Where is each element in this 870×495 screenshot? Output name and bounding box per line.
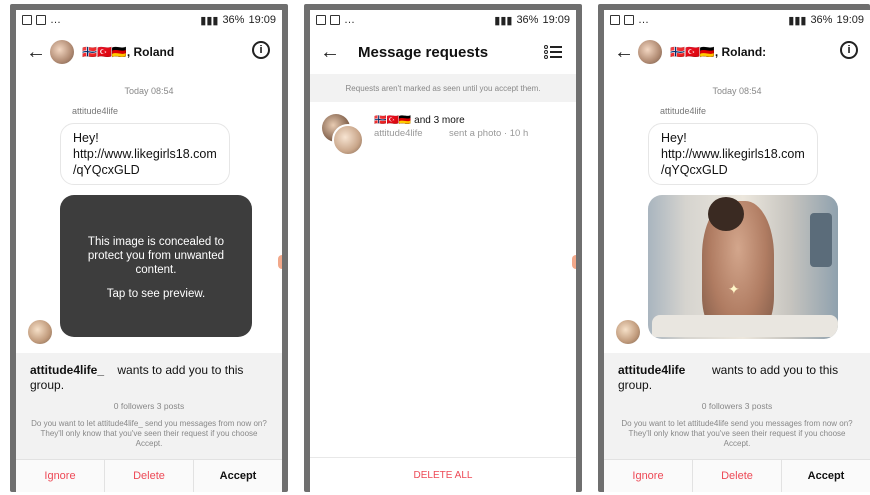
- more-icon: …: [638, 14, 649, 26]
- request-user: attitude4life: [618, 363, 686, 377]
- accept-button[interactable]: Accept: [782, 460, 870, 492]
- status-bar: … ▮▮▮ 36% 19:09: [310, 10, 576, 30]
- request-row-text: 🇳🇴🇹🇷🇩🇪 and 3 more attitude4life sent a p…: [374, 114, 528, 150]
- request-row-meta: sent a photo · 10 h: [449, 128, 529, 139]
- status-icons-right: ▮▮▮ 36% 19:09: [788, 14, 864, 27]
- clock: 19:09: [836, 14, 864, 26]
- signal-icon: ▮▮▮: [788, 14, 807, 27]
- avatar[interactable]: [638, 40, 662, 64]
- info-icon[interactable]: i: [840, 41, 858, 59]
- ignore-button[interactable]: Ignore: [16, 460, 105, 492]
- accept-button[interactable]: Accept: [194, 460, 282, 492]
- delete-all-button[interactable]: DELETE ALL: [310, 457, 576, 492]
- requests-note: Requests aren't marked as seen until you…: [310, 74, 576, 102]
- avatar: [332, 124, 364, 156]
- message-timestamp: Today 08:54: [124, 86, 174, 96]
- info-icon[interactable]: i: [252, 41, 270, 59]
- photo-message[interactable]: ✦: [648, 195, 838, 339]
- sender-avatar[interactable]: [616, 320, 640, 344]
- status-icons-left: …: [610, 14, 649, 26]
- battery-label: 36%: [810, 14, 833, 26]
- clock: 19:09: [542, 14, 570, 26]
- conversation-title: 🇳🇴🇹🇷🇩🇪, Roland:: [670, 45, 767, 59]
- more-icon: …: [344, 14, 355, 26]
- gallery-icon: [316, 15, 326, 25]
- signal-icon: ▮▮▮: [494, 14, 513, 27]
- request-panel: attitude4life wants to add you to this g…: [604, 353, 870, 492]
- battery-label: 36%: [222, 14, 245, 26]
- video-icon: [36, 15, 46, 25]
- request-actions: Ignore Delete Accept: [16, 459, 282, 492]
- phone-screenshot-3: … ▮▮▮ 36% 19:09 ← 🇳🇴🇹🇷🇩🇪, Roland: i Today …: [598, 4, 870, 492]
- status-icons-left: …: [316, 14, 355, 26]
- request-stats: 0 followers 3 posts: [113, 401, 185, 411]
- signal-icon: ▮▮▮: [200, 14, 219, 27]
- message-bubble[interactable]: Hey! http://www.likegirls18.com /qYQcxGL…: [60, 123, 230, 185]
- concealed-image-card[interactable]: This image is concealed to protect you f…: [60, 195, 252, 337]
- request-description: Do you want to let attitude4life send yo…: [621, 419, 853, 448]
- status-icons-right: ▮▮▮ 36% 19:09: [494, 14, 570, 27]
- phone-screenshot-2: … ▮▮▮ 36% 19:09 ← Message requests Request…: [304, 4, 582, 492]
- ignore-button[interactable]: Ignore: [604, 460, 693, 492]
- gallery-icon: [22, 15, 32, 25]
- status-icons-left: …: [22, 14, 61, 26]
- status-icons-right: ▮▮▮ 36% 19:09: [200, 14, 276, 27]
- screen-1: … ▮▮▮ 36% 19:09 ← 🇳🇴🇹🇷🇩🇪, Roland i Today 0…: [16, 10, 282, 492]
- delete-button[interactable]: Delete: [693, 460, 782, 492]
- more-icon: …: [50, 14, 61, 26]
- tap-to-preview-label: Tap to see preview.: [106, 288, 206, 300]
- delete-button[interactable]: Delete: [105, 460, 194, 492]
- scroll-handle[interactable]: [278, 255, 282, 269]
- concealed-message: This image is concealed to protect you f…: [87, 236, 225, 276]
- list-settings-icon[interactable]: [544, 43, 562, 59]
- photo-sink: [652, 315, 838, 337]
- conversation-header: ← 🇳🇴🇹🇷🇩🇪, Roland i: [16, 30, 282, 74]
- sender-avatar[interactable]: [28, 320, 52, 344]
- message-timestamp: Today 08:54: [712, 86, 762, 96]
- screen-3: … ▮▮▮ 36% 19:09 ← 🇳🇴🇹🇷🇩🇪, Roland: i Today …: [604, 10, 870, 492]
- request-title: attitude4life_ wants to add you to this …: [16, 353, 282, 393]
- screen-2: … ▮▮▮ 36% 19:09 ← Message requests Request…: [310, 10, 576, 492]
- conversation-header: ← 🇳🇴🇹🇷🇩🇪, Roland: i: [604, 30, 870, 74]
- sparkle-icon: ✦: [728, 281, 740, 297]
- message-bubble[interactable]: Hey! http://www.likegirls18.com /qYQcxGL…: [648, 123, 818, 185]
- request-row-sender: attitude4life: [374, 128, 423, 139]
- video-icon: [330, 15, 340, 25]
- sender-name: attitude4life: [660, 106, 707, 116]
- photo-towel: [810, 213, 832, 267]
- photo-hair: [708, 197, 744, 231]
- request-stats: 0 followers 3 posts: [701, 401, 773, 411]
- arrow-left-icon[interactable]: ←: [320, 41, 344, 64]
- status-bar: … ▮▮▮ 36% 19:09: [604, 10, 870, 30]
- video-icon: [624, 15, 634, 25]
- request-title: attitude4life wants to add you to this g…: [604, 353, 870, 393]
- arrow-left-icon[interactable]: ←: [614, 41, 638, 64]
- clock: 19:09: [248, 14, 276, 26]
- page-title: Message requests: [358, 43, 489, 61]
- scroll-handle[interactable]: [572, 255, 576, 269]
- requests-header: ← Message requests: [310, 30, 576, 74]
- status-bar: … ▮▮▮ 36% 19:09: [16, 10, 282, 30]
- sender-name: attitude4life: [72, 106, 119, 116]
- conversation-title: 🇳🇴🇹🇷🇩🇪, Roland: [82, 45, 175, 59]
- battery-label: 36%: [516, 14, 539, 26]
- group-avatar: [322, 114, 364, 156]
- request-row-subtitle: attitude4life sent a photo · 10 h: [374, 127, 528, 140]
- request-description: Do you want to let attitude4life_ send y…: [31, 419, 267, 448]
- gallery-icon: [610, 15, 620, 25]
- request-actions: Ignore Delete Accept: [604, 459, 870, 492]
- request-row-title: 🇳🇴🇹🇷🇩🇪 and 3 more: [374, 115, 465, 126]
- request-panel: attitude4life_ wants to add you to this …: [16, 353, 282, 492]
- avatar[interactable]: [50, 40, 74, 64]
- request-user: attitude4life_: [30, 363, 105, 377]
- list-item[interactable]: 🇳🇴🇹🇷🇩🇪 and 3 more attitude4life sent a p…: [310, 102, 576, 162]
- arrow-left-icon[interactable]: ←: [26, 41, 50, 64]
- phone-screenshot-1: … ▮▮▮ 36% 19:09 ← 🇳🇴🇹🇷🇩🇪, Roland i Today 0…: [10, 4, 288, 492]
